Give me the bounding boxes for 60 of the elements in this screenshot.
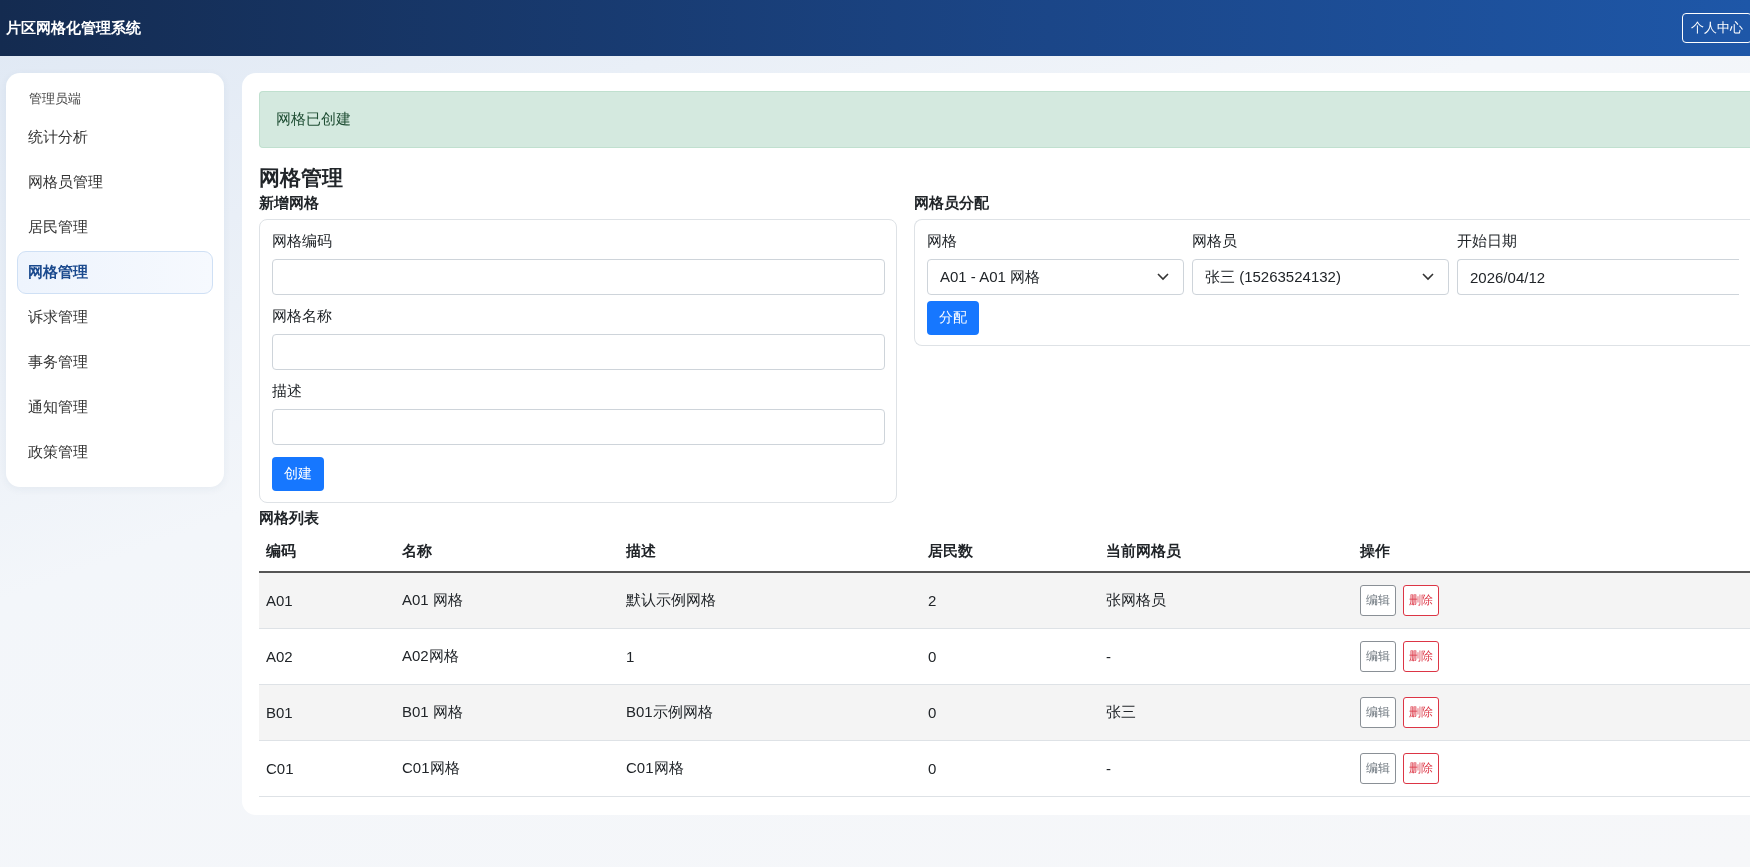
nav-item[interactable]: 通知管理 — [17, 386, 213, 429]
delete-button[interactable]: 删除 — [1403, 641, 1439, 672]
page-title: 网格管理 — [259, 165, 344, 191]
edit-button[interactable]: 编辑 — [1360, 641, 1396, 672]
input-field[interactable] — [272, 409, 885, 445]
nav-item[interactable]: 诉求管理 — [17, 296, 213, 339]
table-cell: B01 网格 — [395, 684, 619, 741]
section-title: 新增网格 — [259, 194, 320, 213]
table-cell: A01 网格 — [395, 572, 619, 629]
chevron-down-icon — [1422, 273, 1434, 281]
dropdown[interactable]: A01 - A01 网格 — [927, 259, 1184, 295]
date-field[interactable]: 2026/04/12 — [1457, 259, 1739, 295]
table-cell: 0 — [921, 628, 1099, 685]
field-label: 网格名称 — [272, 307, 333, 326]
input-field[interactable] — [272, 259, 885, 295]
table-cell: C01 — [259, 740, 395, 797]
assign-button[interactable]: 分配 — [927, 301, 979, 335]
user-center-button[interactable]: 个人中心 — [1682, 13, 1750, 43]
table-cell: B01示例网格 — [619, 684, 921, 741]
field-label: 描述 — [272, 382, 303, 401]
section-title: 网格列表 — [259, 509, 320, 528]
app-title: 片区网格化管理系统 — [6, 18, 141, 38]
table-cell: C01网格 — [395, 740, 619, 797]
input-field[interactable] — [272, 334, 885, 370]
edit-button[interactable]: 编辑 — [1360, 753, 1396, 784]
edit-button[interactable]: 编辑 — [1360, 585, 1396, 616]
section-title: 网格员分配 — [914, 194, 990, 213]
table-cell: C01网格 — [619, 740, 921, 797]
field-label: 网格 — [927, 232, 958, 251]
dropdown[interactable]: 张三 (15263524132) — [1192, 259, 1449, 295]
delete-button[interactable]: 删除 — [1403, 585, 1439, 616]
delete-button[interactable]: 删除 — [1403, 753, 1439, 784]
table-cell: 1 — [619, 628, 921, 685]
chevron-down-icon — [1157, 273, 1169, 281]
table-cell: 0 — [921, 740, 1099, 797]
nav-item[interactable]: 事务管理 — [17, 341, 213, 384]
nav-item[interactable]: 居民管理 — [17, 206, 213, 249]
table-cell: 默认示例网格 — [619, 572, 921, 629]
table-cell: - — [1099, 740, 1353, 797]
table-cell: 张网格员 — [1099, 572, 1353, 629]
table-cell: A02网格 — [395, 628, 619, 685]
nav-item[interactable]: 政策管理 — [17, 431, 213, 474]
delete-button[interactable]: 删除 — [1403, 697, 1439, 728]
nav-item[interactable]: 网格员管理 — [17, 161, 213, 204]
nav-item[interactable]: 网格管理 — [17, 251, 213, 294]
nav-item[interactable]: 统计分析 — [17, 116, 213, 159]
create-button[interactable]: 创建 — [272, 457, 324, 491]
table-cell: 0 — [921, 684, 1099, 741]
table-cell: 2 — [921, 572, 1099, 629]
field-label: 开始日期 — [1457, 232, 1518, 251]
section-label: 管理员端 — [28, 90, 82, 108]
table-cell: - — [1099, 628, 1353, 685]
table-cell: B01 — [259, 684, 395, 741]
success-alert: 网格已创建 — [259, 91, 1750, 148]
table-cell: A01 — [259, 572, 395, 629]
field-label: 网格员 — [1192, 232, 1238, 251]
edit-button[interactable]: 编辑 — [1360, 697, 1396, 728]
field-label: 网格编码 — [272, 232, 333, 251]
table-cell: 张三 — [1099, 684, 1353, 741]
table-cell: A02 — [259, 628, 395, 685]
